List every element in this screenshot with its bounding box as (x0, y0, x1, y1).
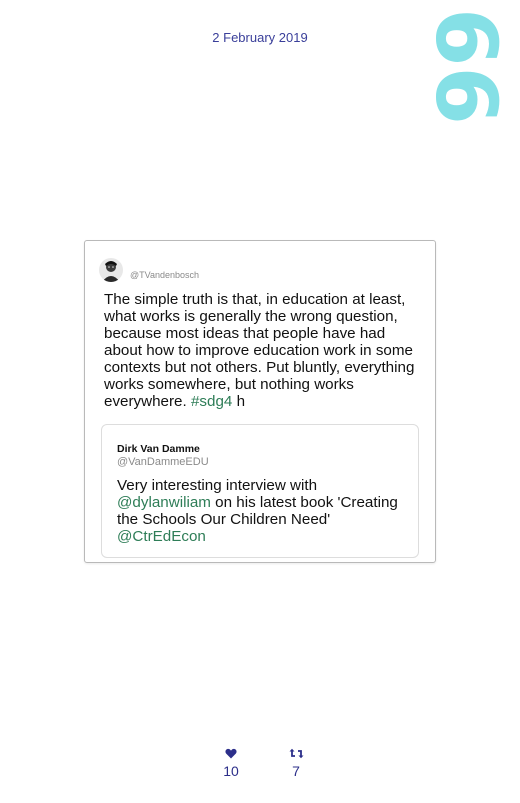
mention-link-dylanwiliam[interactable]: @dylanwiliam (117, 494, 211, 511)
quoted-author-name: Dirk Van Damme (117, 443, 200, 455)
retweet-icon (276, 748, 316, 760)
tweet-text-main: The simple truth is that, in education a… (104, 291, 415, 410)
quoted-text-part1: Very interesting interview with (117, 477, 318, 494)
avatar[interactable] (99, 258, 123, 282)
tweet-text-tail: h (232, 393, 246, 410)
likes-count: 10 (223, 763, 239, 779)
mention-link-ctredecon[interactable]: @CtrEdEcon (117, 528, 206, 545)
likes-stat[interactable]: 10 (211, 748, 251, 779)
tweet-text: The simple truth is that, in education a… (104, 291, 424, 410)
quoted-author-handle[interactable]: @VanDammeEDU (117, 456, 209, 468)
heart-icon (211, 748, 251, 760)
user-avatar-icon (99, 258, 123, 282)
retweets-count: 7 (292, 763, 300, 779)
tweet-author: @TVandenbosch (99, 257, 199, 283)
tweet-handle[interactable]: @TVandenbosch (130, 270, 199, 280)
tweet-card[interactable]: @TVandenbosch The simple truth is that, … (84, 240, 436, 563)
quoted-tweet-card[interactable]: Dirk Van Damme @VanDammeEDU Very interes… (101, 424, 419, 558)
retweets-stat[interactable]: 7 (276, 748, 316, 779)
page-number: 66 (417, 8, 515, 125)
hashtag-link[interactable]: #sdg4 (191, 393, 232, 410)
quoted-tweet-text: Very interesting interview with @dylanwi… (117, 477, 407, 545)
